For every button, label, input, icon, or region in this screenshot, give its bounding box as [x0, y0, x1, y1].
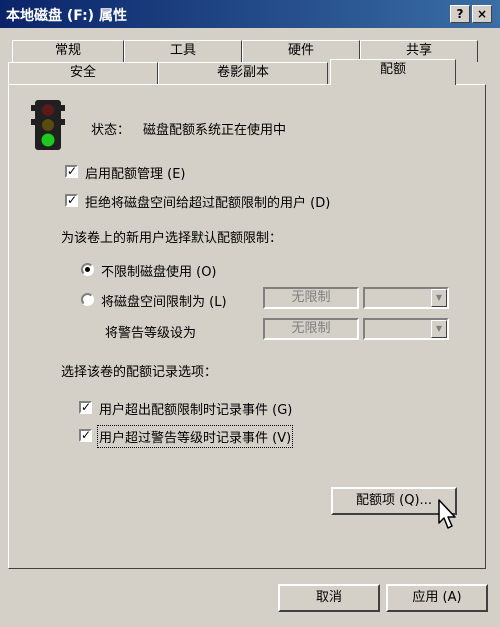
log-over-limit-checkbox[interactable]: ✓ — [79, 401, 92, 414]
tab-quota[interactable]: 配额 — [330, 59, 456, 85]
chevron-down-icon[interactable]: ▼ — [431, 289, 447, 307]
status-text: 磁盘配额系统正在使用中 — [143, 123, 287, 138]
defaults-heading: 为该卷上的新用户选择默认配额限制： — [61, 231, 283, 246]
window-title: 本地磁盘 (F:) 属性 — [6, 8, 127, 24]
mouse-cursor-icon — [438, 499, 456, 529]
logging-heading: 选择该卷的配额记录选项： — [61, 365, 218, 380]
tab-shadow-copies[interactable]: 卷影副本 — [158, 62, 328, 84]
quota-panel: 状态： 磁盘配额系统正在使用中 ✓ 启用配额管理 (E) ✓ 拒绝将磁盘空间给超… — [8, 84, 486, 569]
tab-tools[interactable]: 工具 — [124, 40, 242, 62]
help-button[interactable]: ? — [450, 5, 470, 23]
warning-unit-select[interactable]: ▼ — [363, 318, 449, 340]
limit-space-label[interactable]: 将磁盘空间限制为 (L) — [101, 291, 227, 310]
tab-security[interactable]: 安全 — [8, 62, 158, 84]
warning-level-label: 将警告等级设为 — [105, 326, 197, 341]
limit-unit-select[interactable]: ▼ — [363, 287, 449, 309]
apply-button[interactable]: 应用 (A) — [386, 584, 488, 612]
enable-quota-checkbox[interactable]: ✓ — [65, 165, 78, 178]
limit-value-field[interactable]: 无限制 — [263, 287, 359, 309]
deny-space-label[interactable]: 拒绝将磁盘空间给超过配额限制的用户 (D) — [85, 192, 330, 211]
close-button[interactable]: × — [472, 5, 492, 23]
deny-space-checkbox[interactable]: ✓ — [65, 194, 78, 207]
tab-general[interactable]: 常规 — [12, 40, 124, 62]
cancel-button[interactable]: 取消 — [278, 584, 380, 612]
chevron-down-icon[interactable]: ▼ — [431, 320, 447, 338]
warning-value-field[interactable]: 无限制 — [263, 318, 359, 340]
enable-quota-label[interactable]: 启用配额管理 (E) — [85, 163, 186, 182]
log-over-warning-label[interactable]: 用户超过警告等级时记录事件 (V) — [96, 425, 294, 448]
traffic-light-icon — [31, 100, 65, 150]
limit-space-radio[interactable] — [81, 293, 94, 306]
title-bar: 本地磁盘 (F:) 属性 ? × — [0, 0, 500, 28]
no-limit-radio[interactable] — [81, 263, 94, 276]
log-over-limit-label[interactable]: 用户超出配额限制时记录事件 (G) — [99, 399, 292, 418]
log-over-warning-checkbox[interactable]: ✓ — [79, 429, 92, 442]
status-label: 状态： — [91, 123, 131, 138]
no-limit-label[interactable]: 不限制磁盘使用 (O) — [101, 261, 217, 280]
